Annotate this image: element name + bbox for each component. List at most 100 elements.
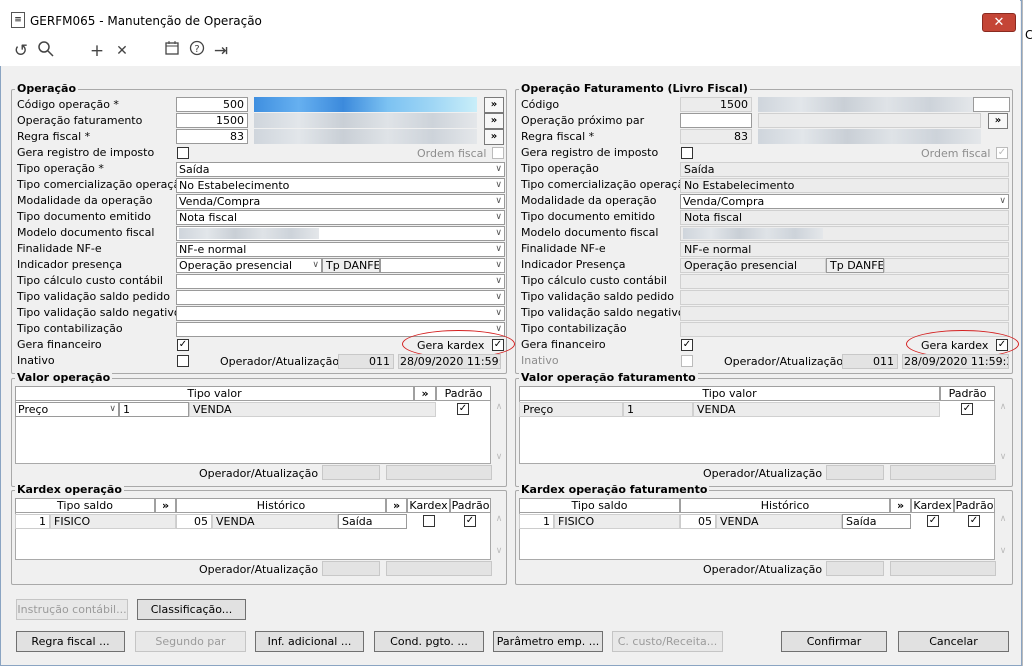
regra-fiscal-field[interactable]: 83	[176, 129, 248, 144]
r-codigo-field: 1500	[680, 97, 752, 112]
kardex-scroll-down-icon[interactable]: ∨	[493, 546, 505, 556]
operacao-faturamento-field[interactable]: 1500	[176, 113, 248, 128]
r-codigo-extra	[973, 97, 1010, 112]
kardex-saldo-codigo[interactable]: 1	[15, 514, 50, 529]
svg-text:?: ?	[194, 44, 199, 55]
r-tp-danfe-field	[884, 258, 1009, 273]
field-label: Gera financeiro	[17, 338, 102, 351]
cond-pgto-button[interactable]: Cond. pgto. ...	[374, 631, 484, 652]
operacao-faturamento-lookup-button[interactable]: »	[484, 113, 504, 129]
r-kardex-scroll-up-icon[interactable]: ∧	[997, 514, 1009, 524]
document-icon: ≡	[11, 12, 25, 28]
r-valor-atualizacao-field	[890, 465, 996, 480]
historico-lookup-button[interactable]: »	[386, 498, 407, 513]
field-label: Tipo cálculo custo contábil	[17, 274, 163, 287]
instrucao-contabil-button[interactable]: Instrução contábil...	[16, 599, 128, 620]
r-indicador-presenca-field: Operação presencial	[680, 258, 826, 273]
search-icon[interactable]	[35, 40, 57, 62]
kardex-historico-codigo[interactable]: 05	[176, 514, 212, 529]
field-label: Modalidade da operação	[17, 194, 153, 207]
valor-tipo-select[interactable]: Preço ∨	[15, 402, 119, 417]
ordem-fiscal-checkbox[interactable]	[492, 147, 504, 159]
r-tipo-comercializacao-field: No Estabelecimento	[680, 178, 1009, 193]
valor-padrao-checkbox[interactable]: ✓	[457, 403, 469, 415]
exit-icon[interactable]: ⇥	[210, 40, 232, 62]
regra-fiscal-button[interactable]: Regra fiscal ...	[16, 631, 125, 652]
help-icon[interactable]: ?	[186, 40, 208, 62]
r-field-label: Finalidade NF-e	[521, 242, 606, 255]
r-ordem-fiscal-checkbox[interactable]: ✓	[996, 147, 1008, 159]
r-operador-field: 011	[842, 354, 898, 369]
kardex-scroll-up-icon[interactable]: ∧	[493, 514, 505, 524]
tipo-comercializacao-select[interactable]: No Estabelecimento ∨	[176, 178, 505, 193]
scroll-down-icon[interactable]: ∨	[493, 452, 505, 462]
tipo-saldo-lookup-button[interactable]: »	[155, 498, 176, 513]
cancelar-button[interactable]: Cancelar	[898, 631, 1009, 652]
valor-codigo-field[interactable]: 1	[119, 402, 189, 417]
r-gera-registro-imposto-checkbox[interactable]	[681, 147, 693, 159]
valor-atualizacao-field	[386, 465, 492, 480]
r-modelo-documento-value	[683, 228, 823, 239]
scroll-up-icon[interactable]: ∧	[493, 402, 505, 412]
close-button[interactable]: ✕	[982, 13, 1016, 32]
r-kardex-saldo-codigo: 1	[519, 514, 554, 529]
r-valor-padrao-checkbox[interactable]: ✓	[961, 403, 973, 415]
valor-operacao-title: Valor operação	[15, 371, 113, 384]
parametro-emp-button[interactable]: Parâmetro emp. ...	[493, 631, 603, 652]
segundo-par-button[interactable]: Segundo par	[135, 631, 246, 652]
r-proximo-par-field[interactable]	[680, 113, 752, 128]
r-scroll-up-icon[interactable]: ∧	[997, 402, 1009, 412]
r-field-label: Modelo documento fiscal	[521, 226, 659, 239]
r-historico-lookup-button[interactable]: »	[890, 498, 911, 513]
field-label: Tipo operação *	[17, 162, 104, 175]
inf-adicional-button[interactable]: Inf. adicional ...	[255, 631, 364, 652]
kardex-operacao-title: Kardex operação	[15, 483, 124, 496]
finalidade-select[interactable]: NF-e normal ∨	[176, 242, 505, 257]
regra-fiscal-lookup-button[interactable]: »	[484, 129, 504, 145]
kardex-historico-tipo: Saída	[338, 514, 407, 529]
r-kardex-padrao-header: Padrão	[954, 498, 995, 513]
valor-descricao-field: VENDA	[189, 402, 436, 417]
r-kardex-saldo-desc: FISICO	[554, 514, 680, 529]
gera-financeiro-checkbox[interactable]: ✓	[177, 339, 189, 351]
codigo-operacao-lookup-button[interactable]: »	[484, 97, 504, 113]
r-kardex-scroll-down-icon[interactable]: ∨	[997, 546, 1009, 556]
kardex-padrao-checkbox[interactable]: ✓	[464, 515, 476, 527]
add-icon[interactable]: +	[86, 40, 108, 62]
remove-icon[interactable]: ✕	[111, 40, 133, 62]
r-valor-operacao-title: Valor operação faturamento	[519, 371, 698, 384]
r-gera-financeiro-checkbox[interactable]: ✓	[681, 339, 693, 351]
confirmar-button[interactable]: Confirmar	[781, 631, 887, 652]
tipo-validacao-saldo-pedido-select[interactable]: ∨	[176, 290, 505, 305]
tipo-validacao-saldo-negativo-select[interactable]: ∨	[176, 306, 505, 321]
kardex-header: Kardex	[407, 498, 450, 513]
kardex-row-checkbox[interactable]	[423, 515, 435, 527]
tp-danfe-select[interactable]: ∨	[380, 258, 505, 273]
tp-danfe-label: Tp DANFE	[322, 258, 380, 273]
r-kardex-padrao-checkbox[interactable]: ✓	[968, 515, 980, 527]
codigo-operacao-field[interactable]: 500	[176, 97, 248, 112]
inativo-checkbox[interactable]	[177, 355, 189, 367]
field-label: Tipo comercialização operação	[17, 178, 187, 191]
centro-custo-receita-button[interactable]: C. custo/Receita...	[612, 631, 723, 652]
tipo-operacao-select[interactable]: Saída ∨	[176, 162, 505, 177]
kardex-saldo-desc: FISICO	[50, 514, 176, 529]
calendar-icon[interactable]	[161, 40, 183, 62]
classificacao-button[interactable]: Classificação...	[137, 599, 246, 620]
operador-atualizacao-label: Operador/Atualização	[220, 355, 340, 368]
r-tipo-validacao-saldo-negativo-field	[680, 306, 1009, 321]
r-kardex-row-checkbox[interactable]: ✓	[927, 515, 939, 527]
undo-icon[interactable]: ↺	[10, 40, 32, 62]
tipo-calculo-custo-select[interactable]: ∨	[176, 274, 505, 289]
r-proximo-par-lookup-button[interactable]: »	[988, 113, 1008, 129]
r-inativo-checkbox[interactable]	[681, 355, 693, 367]
r-modalidade-select[interactable]: Venda/Compra ∨	[680, 194, 1009, 209]
indicador-presenca-select[interactable]: Operação presencial ∨	[176, 258, 322, 273]
modalidade-select[interactable]: Venda/Compra ∨	[176, 194, 505, 209]
r-field-label: Indicador Presença	[521, 258, 626, 271]
tipo-valor-lookup-button[interactable]: »	[414, 386, 436, 401]
gera-registro-imposto-checkbox[interactable]	[177, 147, 189, 159]
r-scroll-down-icon[interactable]: ∨	[997, 452, 1009, 462]
field-label: Tipo documento emitido	[17, 210, 151, 223]
tipo-documento-select[interactable]: Nota fiscal ∨	[176, 210, 505, 225]
